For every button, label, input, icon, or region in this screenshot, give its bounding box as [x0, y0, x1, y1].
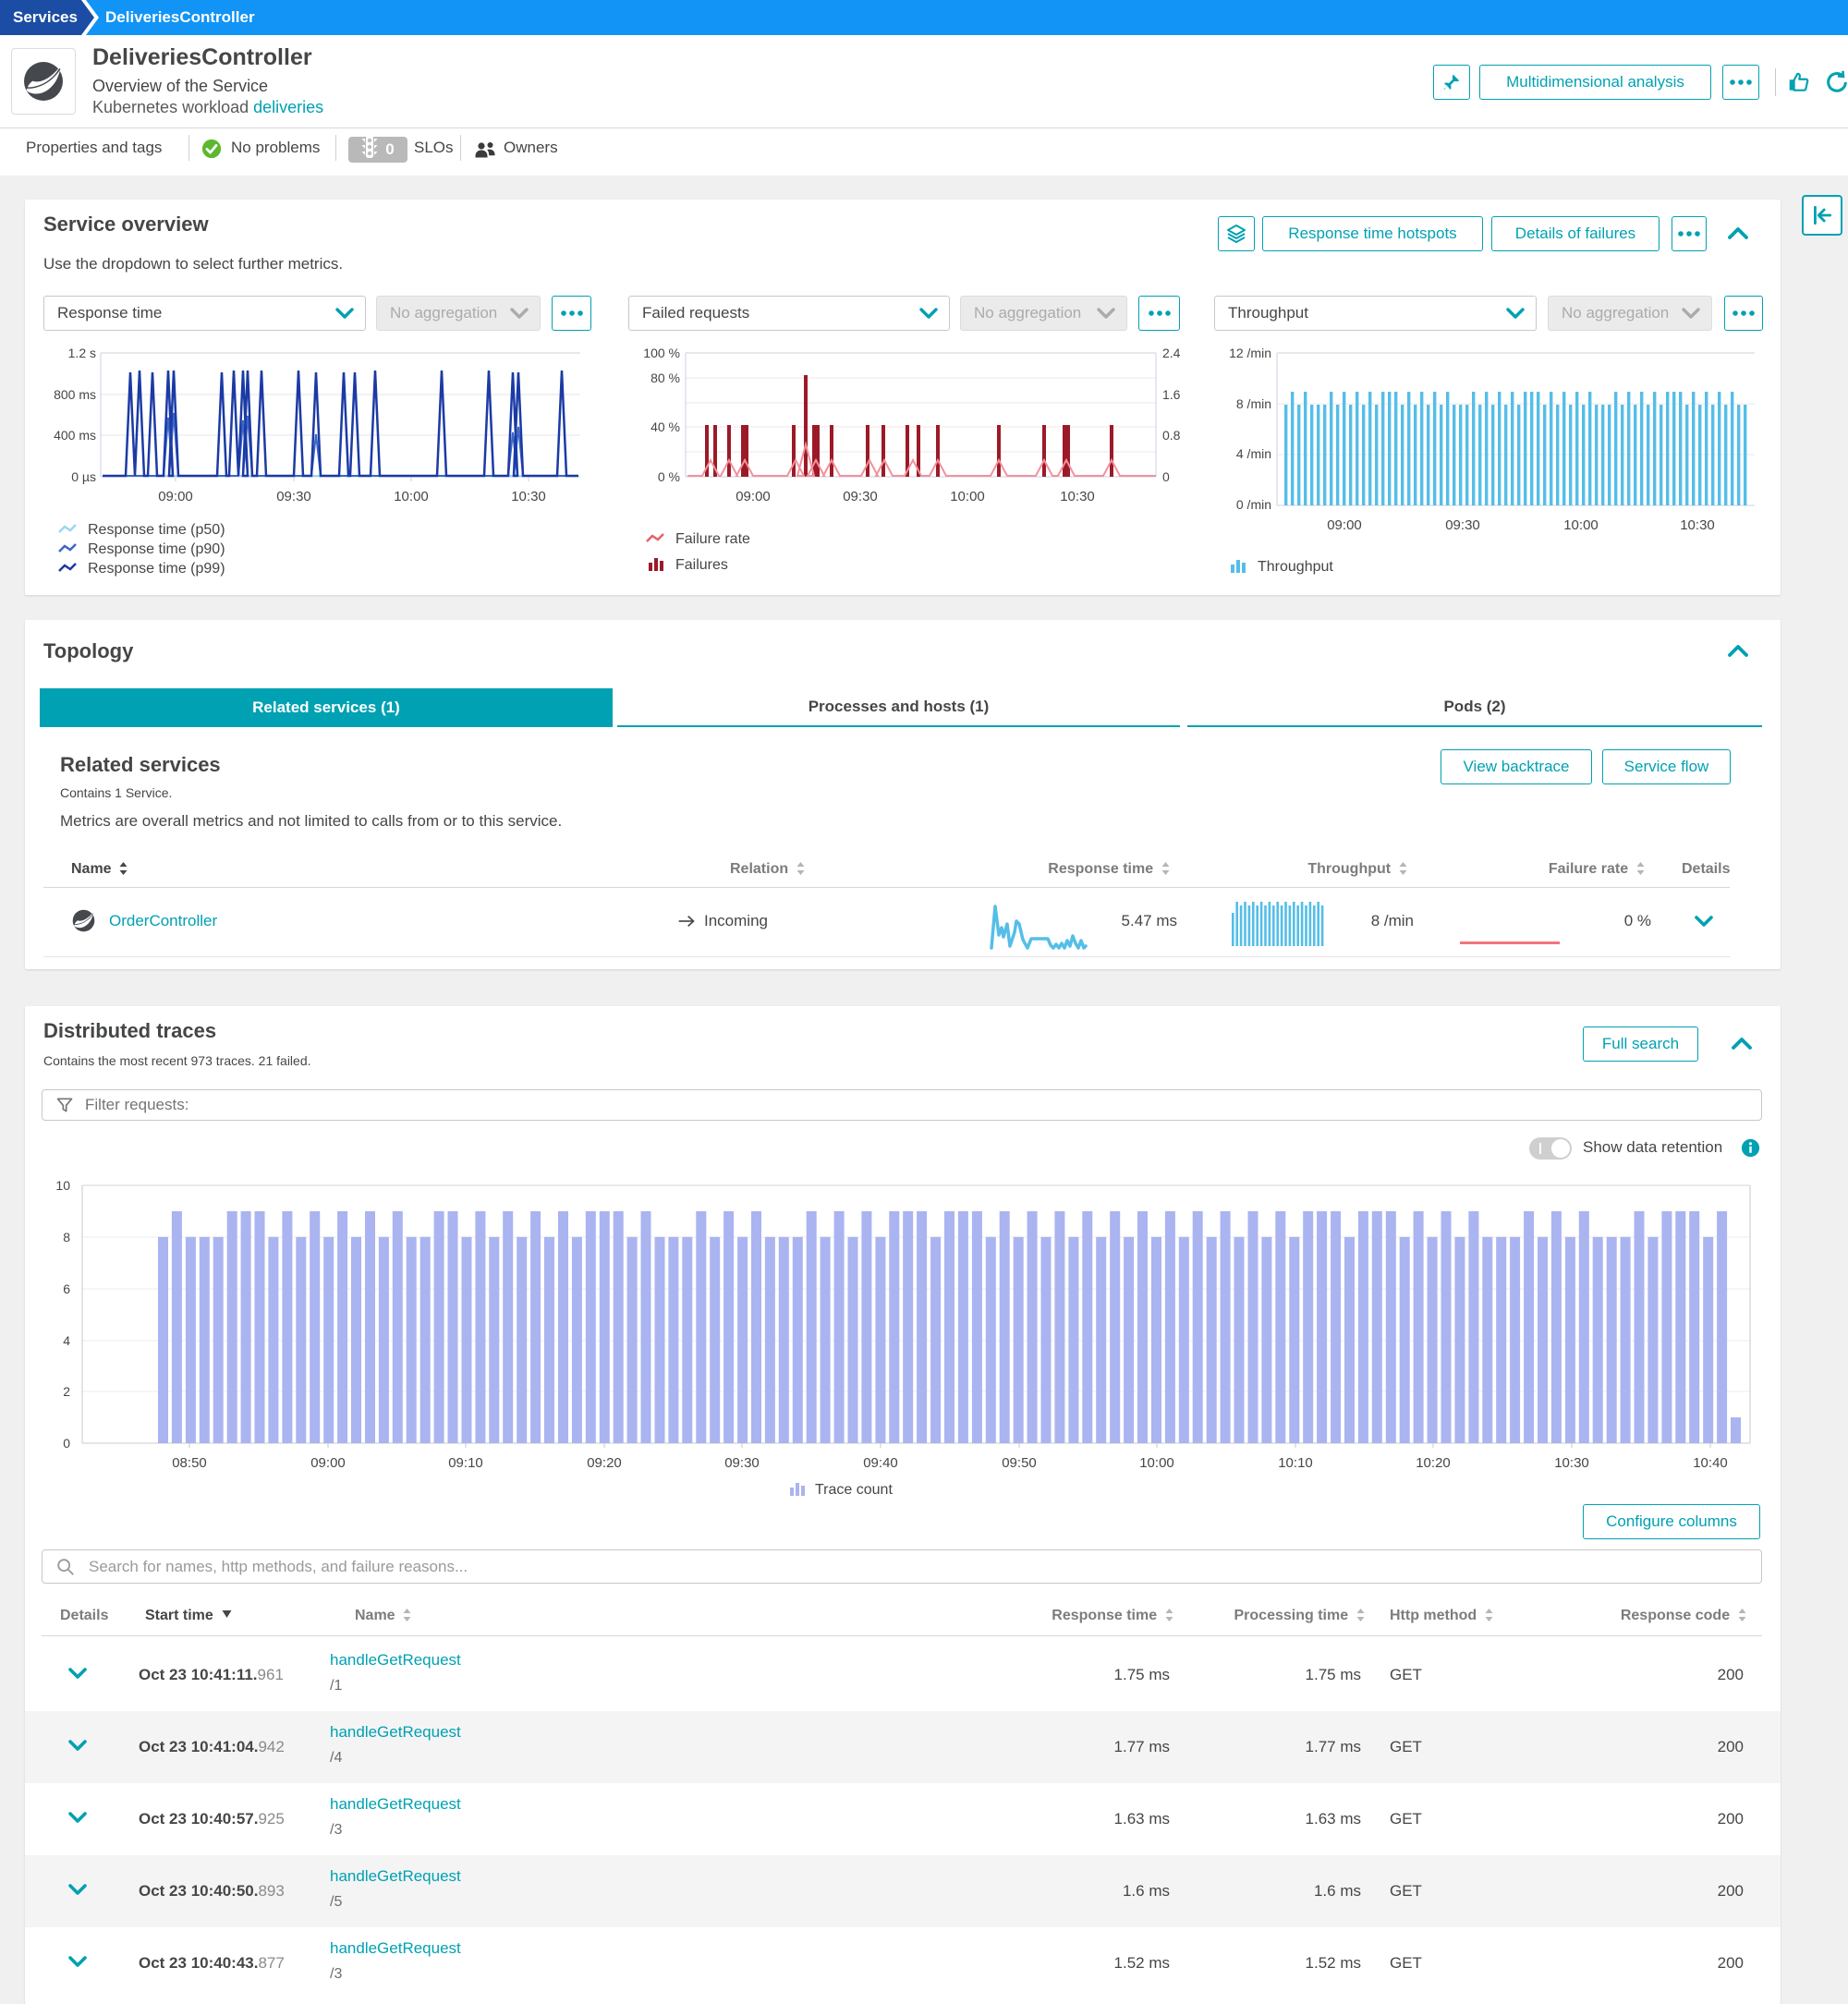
svg-text:Response time (p99): Response time (p99) — [88, 561, 225, 577]
svg-text:Failures: Failures — [675, 557, 728, 573]
svg-text:10:00: 10:00 — [1563, 517, 1599, 533]
svg-text:2: 2 — [63, 1384, 70, 1399]
svg-text:0: 0 — [1162, 469, 1170, 484]
svg-text:10:40: 10:40 — [1693, 1455, 1728, 1471]
svg-text:6: 6 — [63, 1281, 70, 1296]
svg-text:400 ms: 400 ms — [54, 428, 96, 443]
svg-text:10:00: 10:00 — [950, 489, 985, 504]
svg-text:08:50: 08:50 — [172, 1455, 207, 1471]
svg-text:80 %: 80 % — [650, 370, 680, 385]
svg-text:8 /min: 8 /min — [1236, 396, 1271, 411]
svg-text:10:00: 10:00 — [1139, 1455, 1174, 1471]
svg-text:Trace count: Trace count — [815, 1482, 893, 1498]
svg-text:4: 4 — [63, 1333, 70, 1348]
svg-text:1.6: 1.6 — [1162, 387, 1181, 402]
svg-text:10:30: 10:30 — [1554, 1455, 1589, 1471]
svg-text:0.8: 0.8 — [1162, 428, 1181, 443]
svg-text:09:10: 09:10 — [448, 1455, 483, 1471]
svg-text:09:00: 09:00 — [1327, 517, 1362, 533]
svg-text:09:00: 09:00 — [736, 489, 771, 504]
svg-text:10:30: 10:30 — [1060, 489, 1095, 504]
svg-text:40 %: 40 % — [650, 419, 680, 434]
svg-text:09:30: 09:30 — [276, 489, 311, 504]
svg-text:10:30: 10:30 — [511, 489, 546, 504]
svg-text:09:20: 09:20 — [587, 1455, 622, 1471]
svg-text:0 %: 0 % — [658, 469, 680, 484]
svg-text:09:00: 09:00 — [310, 1455, 346, 1471]
svg-text:1.2 s: 1.2 s — [68, 346, 96, 360]
svg-text:10:00: 10:00 — [394, 489, 429, 504]
svg-text:10:20: 10:20 — [1416, 1455, 1451, 1471]
svg-text:09:50: 09:50 — [1002, 1455, 1037, 1471]
svg-text:0 µs: 0 µs — [71, 469, 96, 484]
svg-text:Response time (p90): Response time (p90) — [88, 541, 225, 557]
svg-text:09:30: 09:30 — [1445, 517, 1480, 533]
svg-text:09:00: 09:00 — [158, 489, 193, 504]
svg-text:10:10: 10:10 — [1278, 1455, 1313, 1471]
svg-text:800 ms: 800 ms — [54, 387, 96, 402]
svg-text:09:30: 09:30 — [724, 1455, 760, 1471]
svg-text:0 /min: 0 /min — [1236, 497, 1271, 512]
svg-text:0: 0 — [63, 1436, 70, 1451]
svg-text:Response time (p50): Response time (p50) — [88, 522, 225, 538]
svg-text:100 %: 100 % — [643, 346, 680, 360]
svg-text:09:40: 09:40 — [863, 1455, 898, 1471]
svg-text:4 /min: 4 /min — [1236, 446, 1271, 461]
svg-text:10: 10 — [55, 1178, 70, 1193]
svg-text:10:30: 10:30 — [1680, 517, 1715, 533]
svg-text:Throughput: Throughput — [1258, 559, 1333, 575]
svg-text:12 /min: 12 /min — [1229, 346, 1271, 360]
svg-text:2.4: 2.4 — [1162, 346, 1181, 360]
svg-text:09:30: 09:30 — [843, 489, 878, 504]
svg-text:8: 8 — [63, 1230, 70, 1245]
svg-text:Failure rate: Failure rate — [675, 531, 750, 547]
